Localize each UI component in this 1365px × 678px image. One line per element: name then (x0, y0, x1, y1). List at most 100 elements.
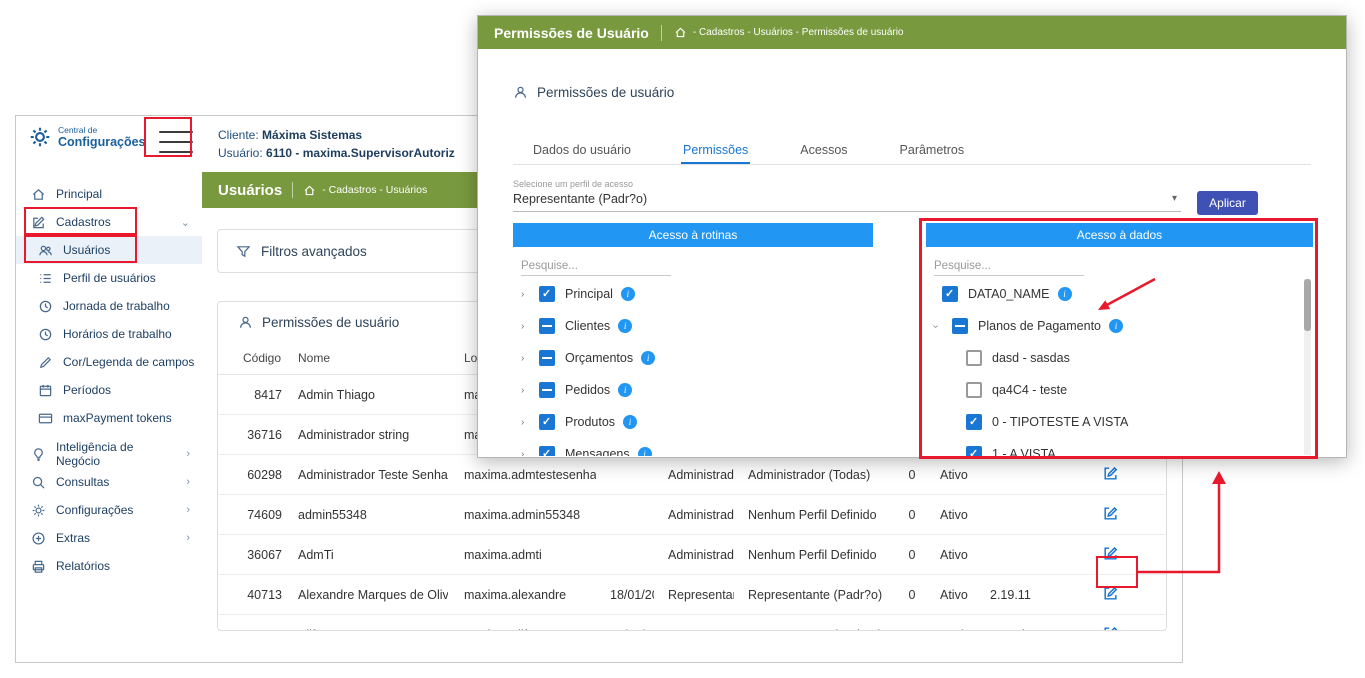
sidebar-item-periodos[interactable]: Períodos (16, 376, 202, 404)
sidebar-item-inteligencia-de-negocio[interactable]: Inteligência de Negócio (16, 440, 202, 468)
checkbox-unchecked[interactable] (966, 382, 982, 398)
info-icon[interactable] (623, 415, 637, 429)
checkbox-indeterminate[interactable] (952, 318, 968, 334)
pencil-icon (38, 354, 54, 370)
tree-item-clientes[interactable]: Clientes (513, 310, 873, 342)
bulb-icon (31, 446, 47, 462)
table-row[interactable]: 12966Alifymaxima.alify112/08/2020Represe… (218, 615, 1167, 632)
checkbox-checked[interactable] (942, 286, 958, 302)
screen: Central de Configurações Principal Cadas… (0, 0, 1365, 678)
table-row[interactable]: 74609admin55348maxima.admin55348Administ… (218, 495, 1167, 535)
section-title-row: Permissões de usuário (513, 85, 674, 100)
routines-search-input[interactable] (521, 257, 671, 276)
dropdown-caret-icon (1172, 193, 1177, 204)
checkbox-indeterminate[interactable] (539, 318, 555, 334)
checkbox-checked[interactable] (966, 414, 982, 430)
sidebar-item-principal[interactable]: Principal (16, 180, 202, 208)
chevron-right-icon (186, 504, 190, 516)
home-icon (674, 26, 687, 39)
edit-user-button[interactable] (1102, 545, 1119, 562)
checkbox-checked[interactable] (539, 414, 555, 430)
permissions-modal: Permissões de Usuário - Cadastros - Usuá… (477, 15, 1347, 458)
edit-user-button[interactable] (1102, 465, 1119, 482)
apply-button[interactable]: Aplicar (1197, 191, 1258, 215)
sidebar-item-cadastros[interactable]: Cadastros (16, 208, 202, 236)
tree-item-orcamentos[interactable]: Orçamentos (513, 342, 873, 374)
info-icon[interactable] (618, 319, 632, 333)
expand-icon[interactable] (521, 353, 539, 364)
info-icon[interactable] (618, 383, 632, 397)
profile-select-value[interactable]: Representante (Padr?o) (513, 192, 1181, 212)
sidebar-item-jornada-de-trabalho[interactable]: Jornada de trabalho (16, 292, 202, 320)
home-icon (31, 186, 47, 202)
edit-user-button[interactable] (1102, 625, 1119, 632)
tab-permissoes[interactable]: Permissões (681, 135, 750, 164)
user-label: Usuário: (218, 146, 263, 160)
sidebar-item-perfil-de-usuarios[interactable]: Perfil de usuários (16, 264, 202, 292)
edit-user-button-highlighted[interactable] (1102, 585, 1119, 602)
info-icon[interactable] (641, 351, 655, 365)
tree-item-produtos[interactable]: Produtos (513, 406, 873, 438)
tree-item-dasd-sasdas[interactable]: dasd - sasdas (926, 342, 1313, 374)
person-icon (513, 85, 528, 100)
expand-icon[interactable] (521, 449, 539, 457)
tree-item-1-a-vista[interactable]: 1 - A VISTA (926, 438, 1313, 456)
checkbox-indeterminate[interactable] (539, 382, 555, 398)
expand-icon[interactable] (521, 417, 539, 428)
collapse-icon[interactable] (934, 321, 952, 332)
logo-gear-icon (28, 125, 52, 149)
client-value: Máxima Sistemas (262, 128, 362, 142)
sidebar-item-horarios-de-trabalho[interactable]: Horários de trabalho (16, 320, 202, 348)
tree-item-data0-name[interactable]: DATA0_NAME (926, 278, 1313, 310)
checkbox-checked[interactable] (539, 286, 555, 302)
scrollbar-thumb[interactable] (1304, 279, 1311, 331)
edit-icon (31, 214, 47, 230)
tab-acessos[interactable]: Acessos (798, 135, 849, 164)
tree-item-0-tipoteste-a-vista[interactable]: 0 - TIPOTESTE A VISTA (926, 406, 1313, 438)
table-title: Permissões de usuário (262, 315, 399, 330)
tree-item-planos-de-pagamento[interactable]: Planos de Pagamento (926, 310, 1313, 342)
info-icon[interactable] (1058, 287, 1072, 301)
data-search-input[interactable] (934, 257, 1084, 276)
client-label: Cliente: (218, 128, 259, 142)
sidebar-item-usuarios[interactable]: Usuários (16, 236, 202, 264)
tab-parametros[interactable]: Parâmetros (898, 135, 967, 164)
checkbox-unchecked[interactable] (966, 350, 982, 366)
printer-icon (31, 558, 47, 574)
table-row-alexandre[interactable]: 40713Alexandre Marques de Oliveiramaxima… (218, 575, 1167, 615)
table-row[interactable]: 36067AdmTimaxima.admtiAdministradorNenhu… (218, 535, 1167, 575)
profile-select[interactable]: Selecione um perfil de acesso Representa… (513, 179, 1181, 212)
sidebar-item-maxpayment-tokens[interactable]: maxPayment tokens (16, 404, 202, 432)
info-icon[interactable] (1109, 319, 1123, 333)
routines-access-panel: Acesso à rotinas Principal Clientes Orça… (513, 223, 873, 456)
checkbox-indeterminate[interactable] (539, 350, 555, 366)
tree-item-qa4c4-teste[interactable]: qa4C4 - teste (926, 374, 1313, 406)
tab-dados-do-usuario[interactable]: Dados do usuário (531, 135, 633, 164)
info-icon[interactable] (621, 287, 635, 301)
table-row[interactable]: 60298Administrador Teste Senhamaxima.adm… (218, 455, 1167, 495)
tree-item-pedidos[interactable]: Pedidos (513, 374, 873, 406)
sidebar-item-relatorios[interactable]: Relatórios (16, 552, 202, 580)
sidebar-nav: Principal Cadastros Usuários Perfil de u… (16, 180, 202, 580)
edit-user-button[interactable] (1102, 505, 1119, 522)
sidebar-item-cor-legenda[interactable]: Cor/Legenda de campos (16, 348, 202, 376)
sidebar-item-extras[interactable]: Extras (16, 524, 202, 552)
expand-icon[interactable] (521, 321, 539, 332)
app-logo: Central de Configurações (28, 125, 146, 149)
sidebar: Central de Configurações Principal Cadas… (16, 116, 203, 662)
routines-tree: Principal Clientes Orçamentos Pedidos Pr… (513, 278, 873, 456)
info-icon[interactable] (638, 447, 652, 456)
expand-icon[interactable] (521, 385, 539, 396)
tab-bar: Dados do usuário Permissões Acessos Parâ… (513, 135, 1311, 165)
tree-item-principal[interactable]: Principal (513, 278, 873, 310)
expand-icon[interactable] (521, 289, 539, 300)
sidebar-item-configuracoes[interactable]: Configurações (16, 496, 202, 524)
sidebar-item-consultas[interactable]: Consultas (16, 468, 202, 496)
list-icon (38, 270, 54, 286)
scrollbar-track[interactable] (1304, 279, 1311, 455)
menu-toggle-icon[interactable] (155, 128, 197, 156)
tree-item-mensagens[interactable]: Mensagens (513, 438, 873, 456)
checkbox-checked[interactable] (966, 446, 982, 456)
checkbox-checked[interactable] (539, 446, 555, 456)
col-codigo: Código (218, 342, 284, 375)
